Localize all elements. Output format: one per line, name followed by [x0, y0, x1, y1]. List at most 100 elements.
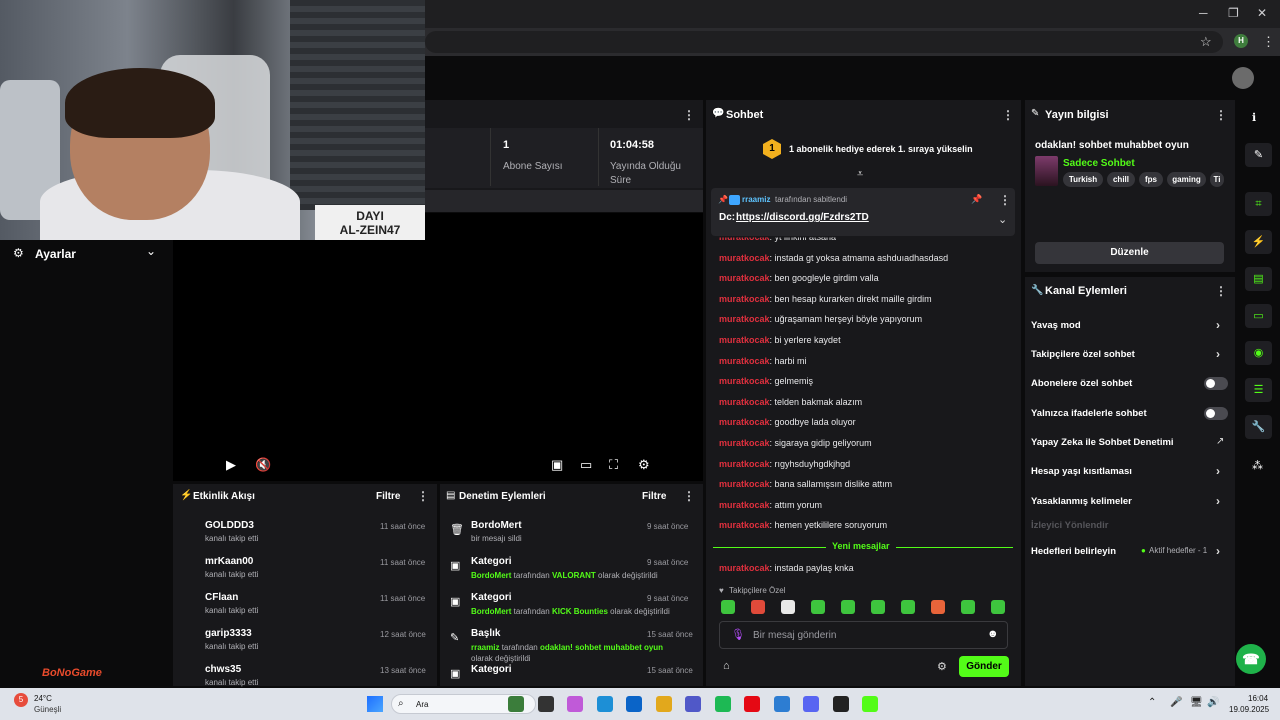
emote-icon[interactable] [721, 600, 735, 614]
address-bar[interactable] [425, 31, 1223, 53]
chat-username[interactable]: muratkocak [719, 563, 770, 573]
pip-icon[interactable]: ▣ [551, 457, 563, 473]
unpin-icon[interactable]: 📌 [971, 194, 982, 205]
activity-user[interactable]: mrKaan00 [205, 556, 253, 567]
send-button[interactable]: Gönder [959, 656, 1009, 677]
channel-action-item[interactable]: Yasaklanmış kelimeler [1031, 496, 1132, 507]
bookmark-star-icon[interactable]: ☆ [1200, 34, 1212, 50]
settings-bar[interactable] [0, 240, 170, 266]
emote-icon[interactable] [751, 600, 765, 614]
channel-action-item[interactable]: Abonelere özel sohbet [1031, 378, 1132, 389]
emote-icon[interactable] [901, 600, 915, 614]
emote-icon[interactable] [841, 600, 855, 614]
chat-username[interactable]: muratkocak [719, 417, 770, 427]
start-icon[interactable] [367, 696, 383, 712]
chat-username[interactable]: muratkocak [719, 479, 770, 489]
restore-button[interactable]: ❐ [1228, 6, 1239, 20]
clock-time[interactable]: 16:04 [1248, 694, 1268, 703]
toggle-switch[interactable] [1204, 377, 1228, 390]
external-link-icon[interactable]: ↗ [1216, 436, 1224, 447]
gift-icon[interactable]: ⌂ [723, 660, 730, 672]
emote-icon[interactable] [961, 600, 975, 614]
mic-tray-icon[interactable]: 🎤 [1170, 697, 1182, 708]
activity-user[interactable]: chws35 [205, 664, 241, 675]
video-player[interactable] [173, 213, 703, 481]
clock-date[interactable]: 19.09.2025 [1229, 705, 1269, 714]
info-icon[interactable]: ℹ [1252, 111, 1256, 124]
play-icon[interactable]: ▶ [226, 457, 236, 473]
tag-pill[interactable]: chill [1107, 172, 1135, 187]
user-avatar[interactable] [1232, 67, 1254, 89]
chat-menu-icon[interactable]: ⋮ [1002, 108, 1014, 122]
spotify-icon[interactable] [714, 696, 731, 712]
pinned-menu-icon[interactable]: ⋮ [999, 193, 1011, 207]
stream-info-menu-icon[interactable]: ⋮ [1215, 108, 1227, 122]
microphone-icon[interactable]: 🎙 [731, 628, 745, 641]
chevron-right-icon[interactable]: › [1216, 318, 1220, 332]
network-icon[interactable]: 🖥 [1190, 697, 1203, 708]
activity-menu-icon[interactable]: ⋮ [417, 489, 429, 503]
theater-mode-icon[interactable]: ▭ [580, 457, 592, 473]
channel-actions-menu-icon[interactable]: ⋮ [1215, 284, 1227, 298]
chevron-down-icon[interactable]: ⌄ [146, 244, 156, 258]
chat-username[interactable]: muratkocak [719, 314, 770, 324]
emote-icon[interactable] [811, 600, 825, 614]
emote-icon[interactable] [931, 600, 945, 614]
video-settings-icon[interactable]: ⚙ [638, 457, 650, 473]
chat-username[interactable]: muratkocak [719, 335, 770, 345]
moderation-actor[interactable]: BordoMert [471, 571, 511, 580]
kick-app-icon[interactable] [862, 696, 878, 712]
moderation-actor[interactable]: rraamiz [471, 643, 499, 652]
tag-pill[interactable]: fps [1139, 172, 1163, 187]
moderation-filter-button[interactable]: Filtre [642, 491, 666, 502]
expand-pinned-icon[interactable]: ⌄ [998, 213, 1007, 226]
chat-username[interactable]: muratkocak [719, 438, 770, 448]
chevron-right-icon[interactable]: › [1216, 347, 1220, 361]
browser-menu-icon[interactable]: ⋮ [1262, 34, 1275, 50]
mute-icon[interactable]: 🔇 [255, 457, 271, 473]
broadcast-icon[interactable]: ◉ [1245, 341, 1272, 365]
widgets-icon[interactable]: ⁂ [1252, 459, 1263, 472]
toggle-switch[interactable] [1204, 407, 1228, 420]
netflix-icon[interactable] [744, 696, 760, 712]
discord-icon[interactable] [803, 696, 819, 712]
profile-avatar[interactable]: H [1234, 34, 1248, 48]
chevron-right-icon[interactable]: › [1216, 464, 1220, 478]
edge-icon[interactable] [596, 696, 613, 712]
chat-username[interactable]: muratkocak [719, 397, 770, 407]
chat-username[interactable]: muratkocak [719, 459, 770, 469]
file-explorer-icon[interactable] [537, 696, 554, 712]
activity-user[interactable]: garip3333 [205, 628, 252, 639]
stats-menu-icon[interactable]: ⋮ [683, 108, 695, 122]
layout-icon[interactable]: ☰ [1245, 378, 1272, 402]
edit-rail-icon[interactable]: ✎ [1245, 143, 1272, 167]
chat-rail-icon[interactable]: ▭ [1245, 304, 1272, 328]
chat-username[interactable]: muratkocak [719, 520, 770, 530]
tray-chevron-icon[interactable]: ⌃ [1148, 697, 1156, 708]
outlook-icon[interactable] [626, 696, 642, 712]
edit-button[interactable]: Düzenle [1035, 242, 1224, 264]
teams-icon[interactable] [685, 696, 701, 712]
volume-icon[interactable]: 🔊 [1207, 697, 1219, 708]
channel-action-item[interactable]: Yapay Zeka ile Sohbet Denetimi [1031, 437, 1174, 448]
collapse-icon[interactable]: ⩡ [857, 168, 863, 181]
widgets-app-icon[interactable] [508, 696, 524, 712]
chevron-right-icon[interactable]: › [1216, 544, 1220, 558]
chevron-right-icon[interactable]: › [1216, 494, 1220, 508]
moderation-actor[interactable]: BordoMert [471, 607, 511, 616]
channel-action-item[interactable]: Hedefleri belirleyin [1031, 546, 1116, 557]
activity-user[interactable]: CFlaan [205, 592, 238, 603]
close-button[interactable]: ✕ [1257, 6, 1267, 20]
weather-temp[interactable]: 24°C [34, 694, 52, 703]
chat-username[interactable]: muratkocak [719, 376, 770, 386]
emoji-icon[interactable]: ☻ [987, 628, 999, 640]
activity-user[interactable]: GOLDDD3 [205, 520, 254, 531]
chat-username[interactable]: muratkocak [719, 500, 770, 510]
moderation-menu-icon[interactable]: ⋮ [683, 489, 695, 503]
chat-username[interactable]: muratkocak [719, 253, 770, 263]
activity-filter-button[interactable]: Filtre [376, 491, 400, 502]
tag-pill[interactable]: Ti [1210, 172, 1224, 187]
clip-icon[interactable]: ⌗ [1245, 192, 1272, 216]
chat-username[interactable]: muratkocak [719, 356, 770, 366]
minimize-button[interactable]: ─ [1199, 6, 1208, 20]
